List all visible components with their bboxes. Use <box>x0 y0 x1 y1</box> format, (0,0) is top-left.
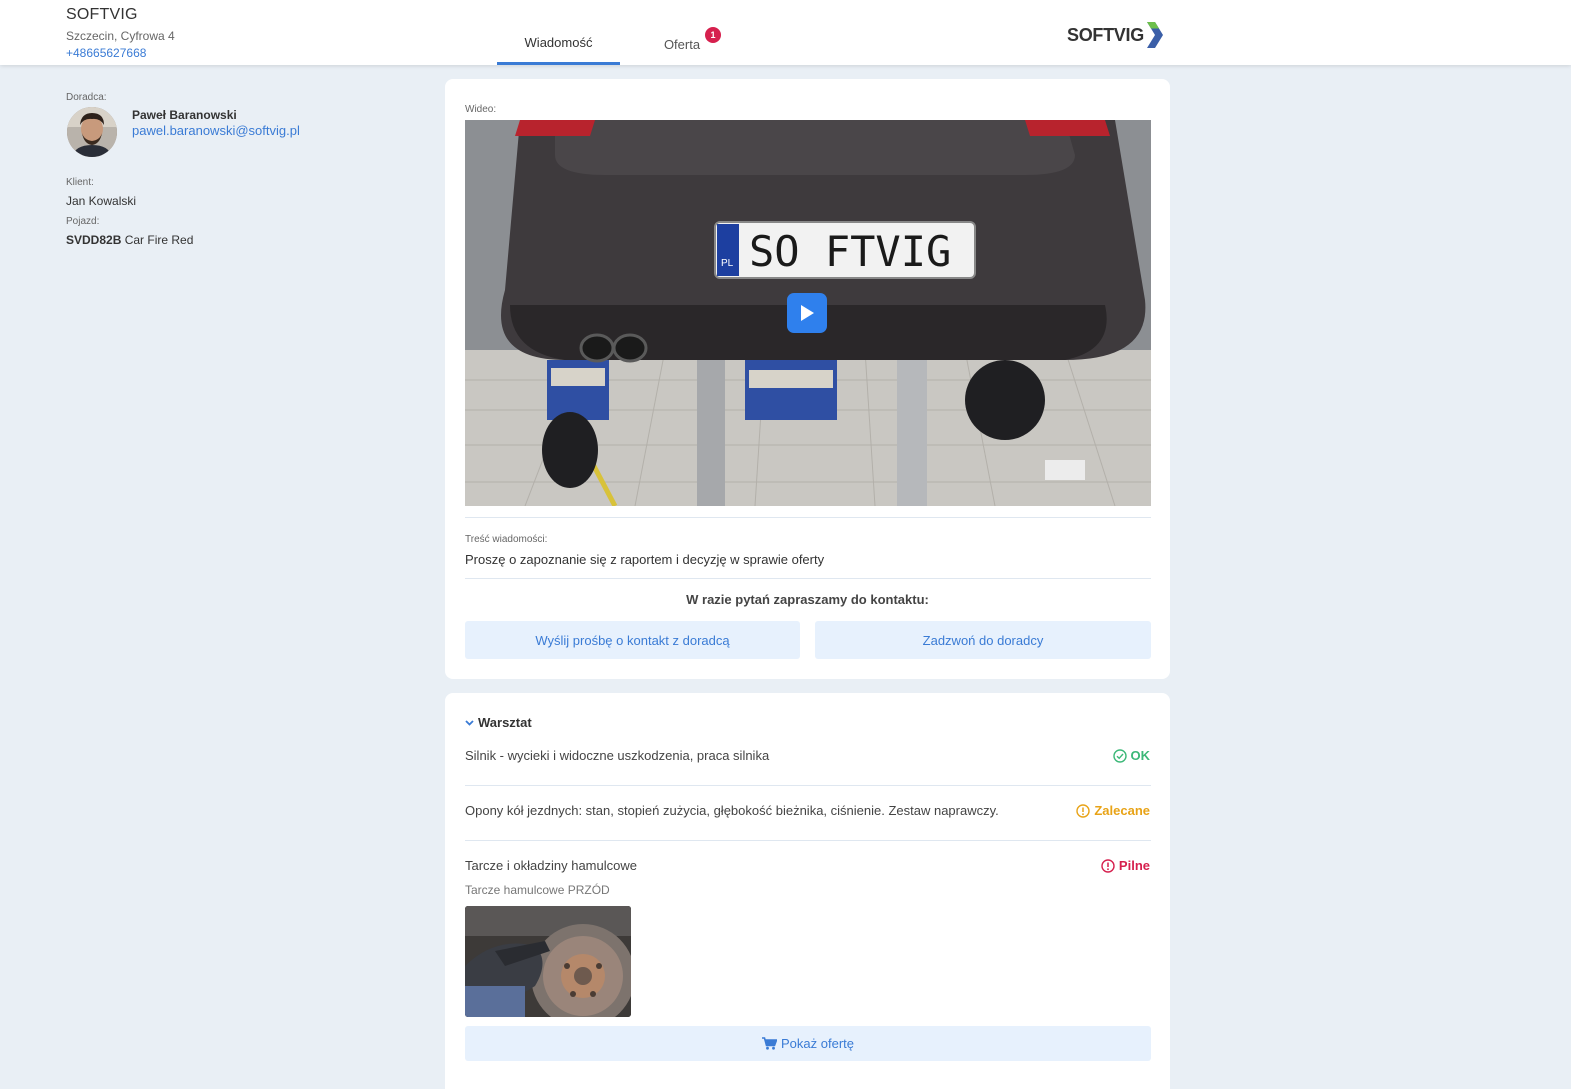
warning-circle-icon <box>1076 803 1091 818</box>
client-name: Jan Kowalski <box>66 194 137 208</box>
logo-text: SOFTVIG <box>1067 24 1144 45</box>
divider <box>465 578 1151 579</box>
status-badge-ok: OK <box>1112 748 1151 763</box>
status-label: Pilne <box>1118 858 1150 873</box>
divider <box>465 840 1151 841</box>
status-label: OK <box>1130 748 1151 763</box>
company-info: SOFTVIG Szczecin, Cyfrowa 4 +48665627668 <box>66 6 175 60</box>
video-label: Wideo: <box>465 104 497 115</box>
inspection-item-text: Opony kół jezdnych: stan, stopień zużyci… <box>465 803 999 818</box>
workshop-title: Warsztat <box>478 715 532 730</box>
inspection-item-text: Tarcze i okładziny hamulcowe <box>465 858 637 873</box>
workshop-section-toggle[interactable]: Warsztat <box>465 715 532 730</box>
advisor-email-link[interactable]: pawel.baranowski@softvig.pl <box>132 123 300 138</box>
message-text: Proszę o zapoznanie się z raportem i dec… <box>465 552 825 567</box>
top-header: SOFTVIG Szczecin, Cyfrowa 4 +48665627668… <box>0 0 1571 65</box>
play-button[interactable] <box>787 293 827 333</box>
workshop-card: Warsztat Silnik - wycieki i widoczne usz… <box>445 693 1170 1089</box>
vehicle-info: SVDD82B Car Fire Red <box>66 233 193 247</box>
advisor-avatar <box>67 107 117 157</box>
advisor-label: Doradca: <box>66 92 107 103</box>
softvig-logo: SOFTVIG <box>1067 22 1163 48</box>
plate-country: PL <box>721 258 734 269</box>
inspection-item-text: Silnik - wycieki i widoczne uszkodzenia,… <box>465 748 770 763</box>
request-contact-button[interactable]: Wyślij prośbę o kontakt z doradcą <box>465 621 800 659</box>
company-name: SOFTVIG <box>66 6 138 23</box>
tab-message[interactable]: Wiadomość <box>497 0 620 65</box>
video-player[interactable]: PL SO FTVIG <box>465 120 1151 506</box>
brake-disc-photo[interactable] <box>465 906 631 1017</box>
status-badge-recommended: Zalecane <box>1076 803 1150 818</box>
brake-photo-image <box>465 906 631 1017</box>
client-label: Klient: <box>66 177 94 188</box>
show-offer-button[interactable]: Pokaż ofertę <box>465 1026 1151 1061</box>
divider <box>465 517 1151 518</box>
chevron-down-icon <box>465 719 474 726</box>
call-advisor-button[interactable]: Zadzwoń do doradcy <box>815 621 1151 659</box>
person-icon <box>67 107 117 157</box>
company-address: Szczecin, Cyfrowa 4 <box>66 29 175 43</box>
advisor-name: Paweł Baranowski <box>132 108 237 122</box>
message-card: Wideo: PL SO FTVIG Treść wiadomości: Pro… <box>445 79 1170 679</box>
status-label: Zalecane <box>1094 803 1150 818</box>
plate-text: SO FTVIG <box>749 227 951 276</box>
contact-prompt: W razie pytań zapraszamy do kontaktu: <box>686 592 929 607</box>
vehicle-label: Pojazd: <box>66 216 100 227</box>
shopping-cart-icon <box>762 1037 777 1050</box>
divider <box>465 785 1151 786</box>
play-icon <box>801 305 814 321</box>
company-phone-link[interactable]: +48665627668 <box>66 46 175 60</box>
message-label: Treść wiadomości: <box>465 534 548 545</box>
show-offer-label: Pokaż ofertę <box>781 1036 854 1051</box>
vehicle-plate: SVDD82B <box>66 233 122 247</box>
tab-offer[interactable]: Oferta <box>620 0 744 65</box>
logo-chevron-icon <box>1146 22 1163 48</box>
vehicle-description: Car Fire Red <box>124 233 194 247</box>
alert-circle-icon <box>1101 858 1115 873</box>
status-badge-urgent: Pilne <box>1101 858 1150 873</box>
inspection-sub-label: Tarcze hamulcowe PRZÓD <box>465 883 610 897</box>
check-circle-icon <box>1112 748 1127 763</box>
offer-badge: 1 <box>705 27 721 43</box>
